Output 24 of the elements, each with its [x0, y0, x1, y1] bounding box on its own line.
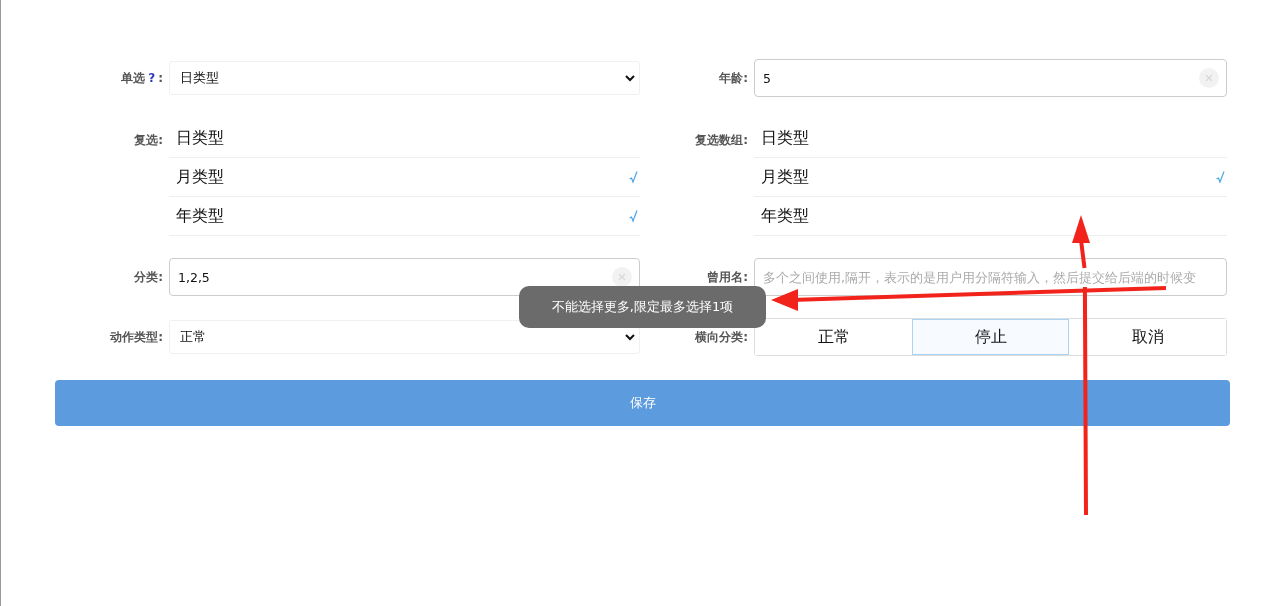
field-label: 复选:: [134, 132, 163, 149]
field-label: 复选数组:: [695, 132, 748, 149]
clear-icon[interactable]: [612, 267, 632, 287]
field-label: 年龄:: [719, 69, 748, 87]
input-field[interactable]: 1,2,5: [169, 258, 640, 296]
checkbox-option[interactable]: 日类型: [754, 119, 1227, 158]
segment-button[interactable]: 停止: [912, 319, 1069, 355]
field-label: 动作类型:: [110, 328, 163, 346]
checkbox-option[interactable]: 月类型: [169, 158, 640, 197]
field-label: 分类:: [134, 268, 163, 286]
checkbox-option[interactable]: 月类型: [754, 158, 1227, 197]
input-field[interactable]: 5: [754, 59, 1227, 97]
field-label: 横向分类:: [695, 328, 748, 346]
checkbox-option[interactable]: 日类型: [169, 119, 640, 158]
input-field[interactable]: 多个之间使用,隔开，表示的是用户用分隔符输入，然后提交给后端的时候变: [754, 258, 1227, 296]
field-label: 曾用名:: [707, 268, 748, 286]
label-colon: :: [158, 71, 163, 85]
chevron-down-icon: [625, 333, 635, 341]
chevron-down-icon: [625, 74, 635, 82]
field-label: 单选: [121, 69, 146, 87]
select-field[interactable]: 日类型: [169, 61, 640, 95]
message-toast: 不能选择更多,限定最多选择1项: [519, 286, 766, 328]
checkbox-option[interactable]: 年类型: [169, 197, 640, 236]
help-mark[interactable]: ?: [148, 71, 156, 85]
